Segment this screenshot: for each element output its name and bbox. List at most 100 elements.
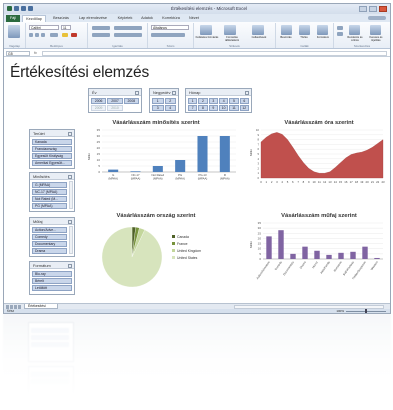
- slicer-item[interactable]: Franciaország: [32, 146, 72, 152]
- slicer-item[interactable]: Egyesült Királyság: [32, 153, 72, 159]
- slicer-item[interactable]: 7: [188, 105, 198, 111]
- chart-genre[interactable]: 051015 20253035 Action/Adventure Comedy Docu…: [253, 221, 387, 301]
- clear-filter-icon[interactable]: [135, 90, 139, 95]
- clear-filter-icon[interactable]: [172, 90, 176, 95]
- slicer-item[interactable]: 1: [152, 98, 164, 104]
- slicer-item[interactable]: G (MPAA): [32, 182, 67, 188]
- slicer-scrollbar[interactable]: [69, 226, 73, 254]
- slicer-item[interactable]: Letöltött: [32, 285, 72, 291]
- slicer-item[interactable]: 1: [188, 98, 198, 104]
- minimize-button[interactable]: [359, 6, 367, 12]
- wrap-text-icon[interactable]: [114, 26, 142, 30]
- slicer-item[interactable]: 2010: [107, 105, 123, 111]
- clear-filter-icon[interactable]: [68, 219, 72, 224]
- align-top-icon[interactable]: [92, 26, 110, 30]
- group-label: Stílusok: [229, 44, 240, 48]
- formula-input[interactable]: [42, 51, 387, 56]
- slicer-item[interactable]: 10: [218, 105, 229, 111]
- slicer-item[interactable]: 4: [218, 98, 229, 104]
- slicer-item[interactable]: 6: [239, 98, 249, 104]
- conditional-formatting-icon[interactable]: [200, 25, 212, 35]
- slicer-item[interactable]: 12: [239, 105, 249, 111]
- find-select-icon[interactable]: [370, 25, 381, 35]
- slicer-item[interactable]: 2008: [123, 98, 139, 104]
- slicer-item[interactable]: 4: [164, 105, 176, 111]
- save-icon[interactable]: [14, 6, 19, 11]
- name-box[interactable]: G5: [6, 51, 30, 56]
- bold-icon[interactable]: [29, 33, 33, 37]
- delete-cells-icon[interactable]: [299, 25, 310, 35]
- slicer-item[interactable]: Action/Adve...: [32, 227, 67, 233]
- excel-logo-icon: [7, 6, 12, 11]
- clear-filter-icon[interactable]: [68, 174, 72, 179]
- paste-icon[interactable]: [8, 25, 20, 38]
- tab-file[interactable]: Fájl: [6, 15, 20, 22]
- fill-icon[interactable]: [337, 32, 343, 36]
- undo-icon[interactable]: [21, 6, 26, 11]
- number-format-icon[interactable]: [151, 33, 185, 37]
- fx-icon[interactable]: fx: [34, 51, 37, 56]
- slicer-item[interactable]: 3: [152, 105, 164, 111]
- tab-data[interactable]: Adatok: [138, 15, 156, 22]
- cell-styles-icon[interactable]: [252, 25, 264, 35]
- tab-view[interactable]: Nézet: [186, 15, 202, 22]
- tab-insert[interactable]: Beszúrás: [50, 15, 72, 22]
- chart-country[interactable]: Canada France United Kingdom United States: [92, 221, 240, 293]
- tab-formulas[interactable]: Képletek: [114, 15, 136, 22]
- chart-title-genre: Vásárlásszám műfaj szerint: [281, 213, 357, 219]
- slicer-item[interactable]: Blu-ray: [32, 271, 72, 277]
- fill-color-icon[interactable]: [62, 33, 68, 37]
- slicer-item[interactable]: 9: [208, 105, 218, 111]
- tab-review[interactable]: Korrektúra: [158, 15, 184, 22]
- slicer-item[interactable]: 3: [208, 98, 218, 104]
- close-button[interactable]: [379, 6, 387, 12]
- slicer-item[interactable]: Not Rated (M...: [32, 196, 67, 202]
- number-format-select[interactable]: Általános: [151, 25, 189, 30]
- font-color-icon[interactable]: [71, 33, 77, 37]
- bar: [219, 136, 230, 172]
- clear-filter-icon[interactable]: [68, 263, 72, 268]
- insert-cells-icon[interactable]: [281, 25, 292, 35]
- slicer-item[interactable]: 2: [198, 98, 208, 104]
- slicer-scrollbar[interactable]: [69, 181, 73, 209]
- slicer-item[interactable]: 2006: [91, 98, 107, 104]
- font-name-select[interactable]: Calibri: [29, 25, 59, 30]
- border-icon[interactable]: [50, 33, 58, 37]
- slicer-item[interactable]: 2: [164, 98, 176, 104]
- format-cells-icon[interactable]: [317, 25, 328, 35]
- align-left-icon[interactable]: [92, 33, 110, 37]
- clear-filter-icon[interactable]: [68, 131, 72, 136]
- slicer-item[interactable]: NC-17 (MPAA): [32, 189, 67, 195]
- slicer-item[interactable]: 11: [229, 105, 239, 111]
- autosum-icon[interactable]: [337, 26, 343, 30]
- font-size-select[interactable]: 11: [61, 25, 71, 30]
- underline-icon[interactable]: [41, 33, 45, 37]
- maximize-button[interactable]: [369, 6, 377, 12]
- x-tick-label: 7: [297, 180, 299, 184]
- chart-rating[interactable]: 0 5 10 15 20 25 30 35 G (MPAA) NC-17 (MPAA) Not Rate…: [92, 128, 240, 190]
- format-as-table-icon[interactable]: [224, 25, 236, 35]
- slicer-item[interactable]: Amerikai Egyesült...: [32, 160, 72, 166]
- slicer-item[interactable]: 8: [198, 105, 208, 111]
- clear-filter-icon[interactable]: [245, 90, 249, 95]
- redo-icon[interactable]: [28, 6, 33, 11]
- chart-hour[interactable]: 0123456789100 1 2 3 4 5 6 7 8 9 10 11 12 13 14 15 16 17 18…: [253, 128, 387, 190]
- slicer-item[interactable]: Comedy: [32, 234, 67, 240]
- italic-icon[interactable]: [35, 33, 39, 37]
- slicer-header: Év: [89, 89, 141, 96]
- sort-filter-icon[interactable]: [349, 25, 360, 35]
- slicer-item[interactable]: Documentary: [32, 241, 67, 247]
- y-tick-label: 3: [257, 162, 259, 166]
- help-controls[interactable]: [368, 16, 386, 20]
- slicer-item[interactable]: 2007: [107, 98, 123, 104]
- tab-page-layout[interactable]: Lap elrendezése: [74, 15, 112, 22]
- tab-home[interactable]: Kezdőlap: [22, 15, 46, 22]
- slicer-item[interactable]: 5: [229, 98, 239, 104]
- slicer-item[interactable]: Kanada: [32, 139, 72, 145]
- merge-center-icon[interactable]: [114, 33, 142, 37]
- zoom-slider[interactable]: [346, 309, 386, 313]
- slicer-item[interactable]: Bérelt: [32, 278, 72, 284]
- slicer-item[interactable]: 2009: [91, 105, 107, 111]
- slicer-item[interactable]: Drama: [32, 248, 67, 254]
- slicer-item[interactable]: PG (MPAA): [32, 203, 67, 209]
